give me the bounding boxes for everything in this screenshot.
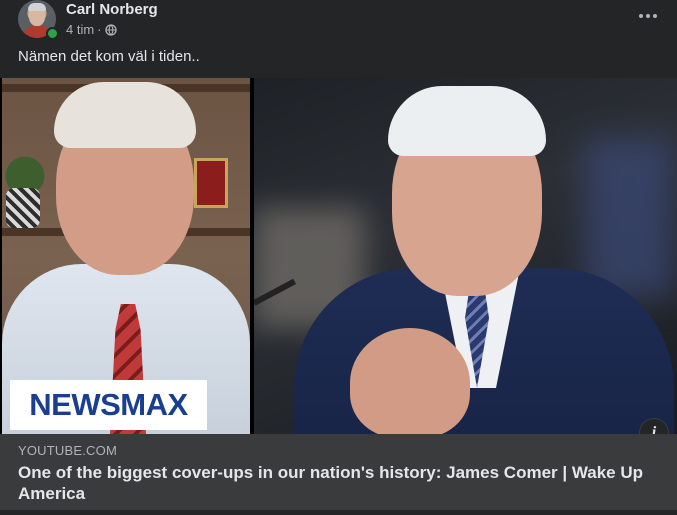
picture-frame: [194, 158, 228, 208]
person-right-hair: [388, 86, 546, 156]
image-left-panel: NEWSMAX: [2, 78, 250, 434]
more-options-button[interactable]: [634, 4, 662, 28]
post-timestamp[interactable]: 4 tim: [66, 22, 94, 37]
background-blur: [584, 138, 674, 298]
post-meta: 4 tim ·: [66, 22, 117, 37]
avatar-hair: [28, 3, 46, 11]
link-domain: YOUTUBE.COM: [18, 443, 117, 458]
link-card[interactable]: YOUTUBE.COM One of the biggest cover-ups…: [0, 434, 677, 510]
author-name[interactable]: Carl Norberg: [66, 1, 158, 18]
post-text: Nämen det kom väl i tiden..: [18, 48, 200, 65]
more-options-icon: [639, 14, 657, 18]
globe-icon[interactable]: [104, 23, 117, 36]
feed-post: Carl Norberg 4 tim · Nämen det kom väl i…: [0, 0, 677, 515]
image-right-panel: [254, 78, 677, 434]
newsmax-logo: NEWSMAX: [10, 380, 207, 430]
meta-separator: ·: [97, 22, 102, 37]
link-title[interactable]: One of the biggest cover-ups in our nati…: [18, 462, 658, 504]
vase: [6, 188, 40, 228]
link-preview-image[interactable]: NEWSMAX: [0, 78, 677, 434]
online-status-indicator: [46, 27, 59, 40]
person-right-hands: [350, 328, 470, 434]
person-left-hair: [54, 82, 196, 148]
